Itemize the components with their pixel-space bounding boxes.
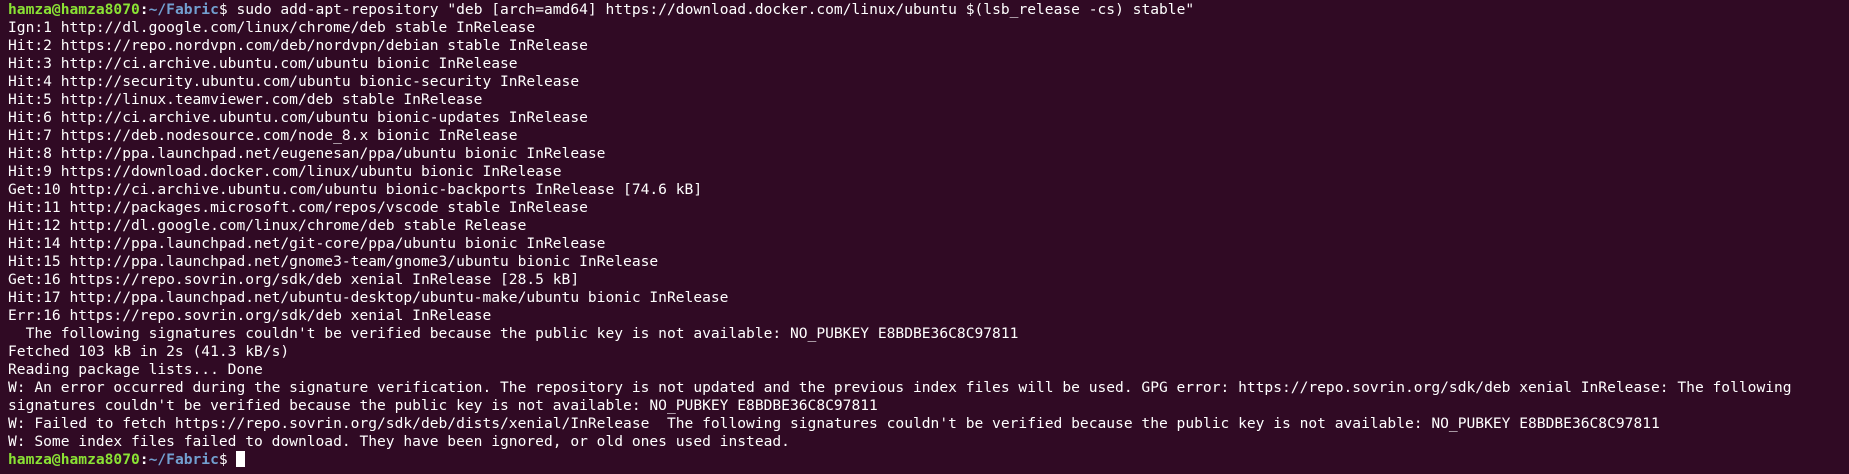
output-line: Reading package lists... Done <box>8 361 263 378</box>
output-line: W: Failed to fetch https://repo.sovrin.o… <box>8 415 1660 432</box>
prompt-symbol: $ <box>218 451 237 468</box>
output-line: Hit:5 http://linux.teamviewer.com/deb st… <box>8 91 483 108</box>
prompt-separator: : <box>139 1 149 18</box>
output-line: Hit:15 http://ppa.launchpad.net/gnome3-t… <box>8 253 659 270</box>
output-line: Get:10 http://ci.archive.ubuntu.com/ubun… <box>8 181 703 198</box>
output-line: Ign:1 http://dl.google.com/linux/chrome/… <box>8 19 536 36</box>
prompt-path: ~/Fabric <box>148 451 219 468</box>
prompt-user-host: hamza@hamza8070 <box>8 1 140 18</box>
output-line: signatures couldn't be verified because … <box>8 397 878 414</box>
output-line: Hit:9 https://download.docker.com/linux/… <box>8 163 562 180</box>
text-cursor[interactable] <box>236 451 246 467</box>
command-line: hamza@hamza8070:~/Fabric$ sudo add-apt-r… <box>8 1 1849 19</box>
prompt-user-host: hamza@hamza8070 <box>8 451 140 468</box>
output-line: W: An error occurred during the signatur… <box>8 379 1792 396</box>
output-line: Hit:7 https://deb.nodesource.com/node_8.… <box>8 127 518 144</box>
prompt-path: ~/Fabric <box>148 1 219 18</box>
output-line: The following signatures couldn't be ver… <box>8 325 1019 342</box>
output-line: Hit:14 http://ppa.launchpad.net/git-core… <box>8 235 606 252</box>
output-line: Fetched 103 kB in 2s (41.3 kB/s) <box>8 343 290 360</box>
prompt-symbol: $ <box>218 1 237 18</box>
output-line: Hit:6 http://ci.archive.ubuntu.com/ubunt… <box>8 109 588 126</box>
command-text: sudo add-apt-repository "deb [arch=amd64… <box>236 1 1195 18</box>
output-line: Hit:8 http://ppa.launchpad.net/eugenesan… <box>8 145 606 162</box>
terminal-window[interactable]: hamza@hamza8070:~/Fabric$ sudo add-apt-r… <box>0 0 1849 474</box>
output-line: Hit:4 http://security.ubuntu.com/ubuntu … <box>8 73 580 90</box>
output-line: W: Some index files failed to download. … <box>8 433 790 450</box>
output-line: Hit:3 http://ci.archive.ubuntu.com/ubunt… <box>8 55 518 72</box>
output-line: Hit:11 http://packages.microsoft.com/rep… <box>8 199 588 216</box>
output-line: Hit:12 http://dl.google.com/linux/chrome… <box>8 217 527 234</box>
output-line: Hit:17 http://ppa.launchpad.net/ubuntu-d… <box>8 289 729 306</box>
output-line: Err:16 https://repo.sovrin.org/sdk/deb x… <box>8 307 492 324</box>
prompt-separator: : <box>139 451 149 468</box>
output-line: Hit:2 https://repo.nordvpn.com/deb/nordv… <box>8 37 588 54</box>
active-prompt-line[interactable]: hamza@hamza8070:~/Fabric$ <box>8 451 1849 469</box>
output-line: Get:16 https://repo.sovrin.org/sdk/deb x… <box>8 271 580 288</box>
